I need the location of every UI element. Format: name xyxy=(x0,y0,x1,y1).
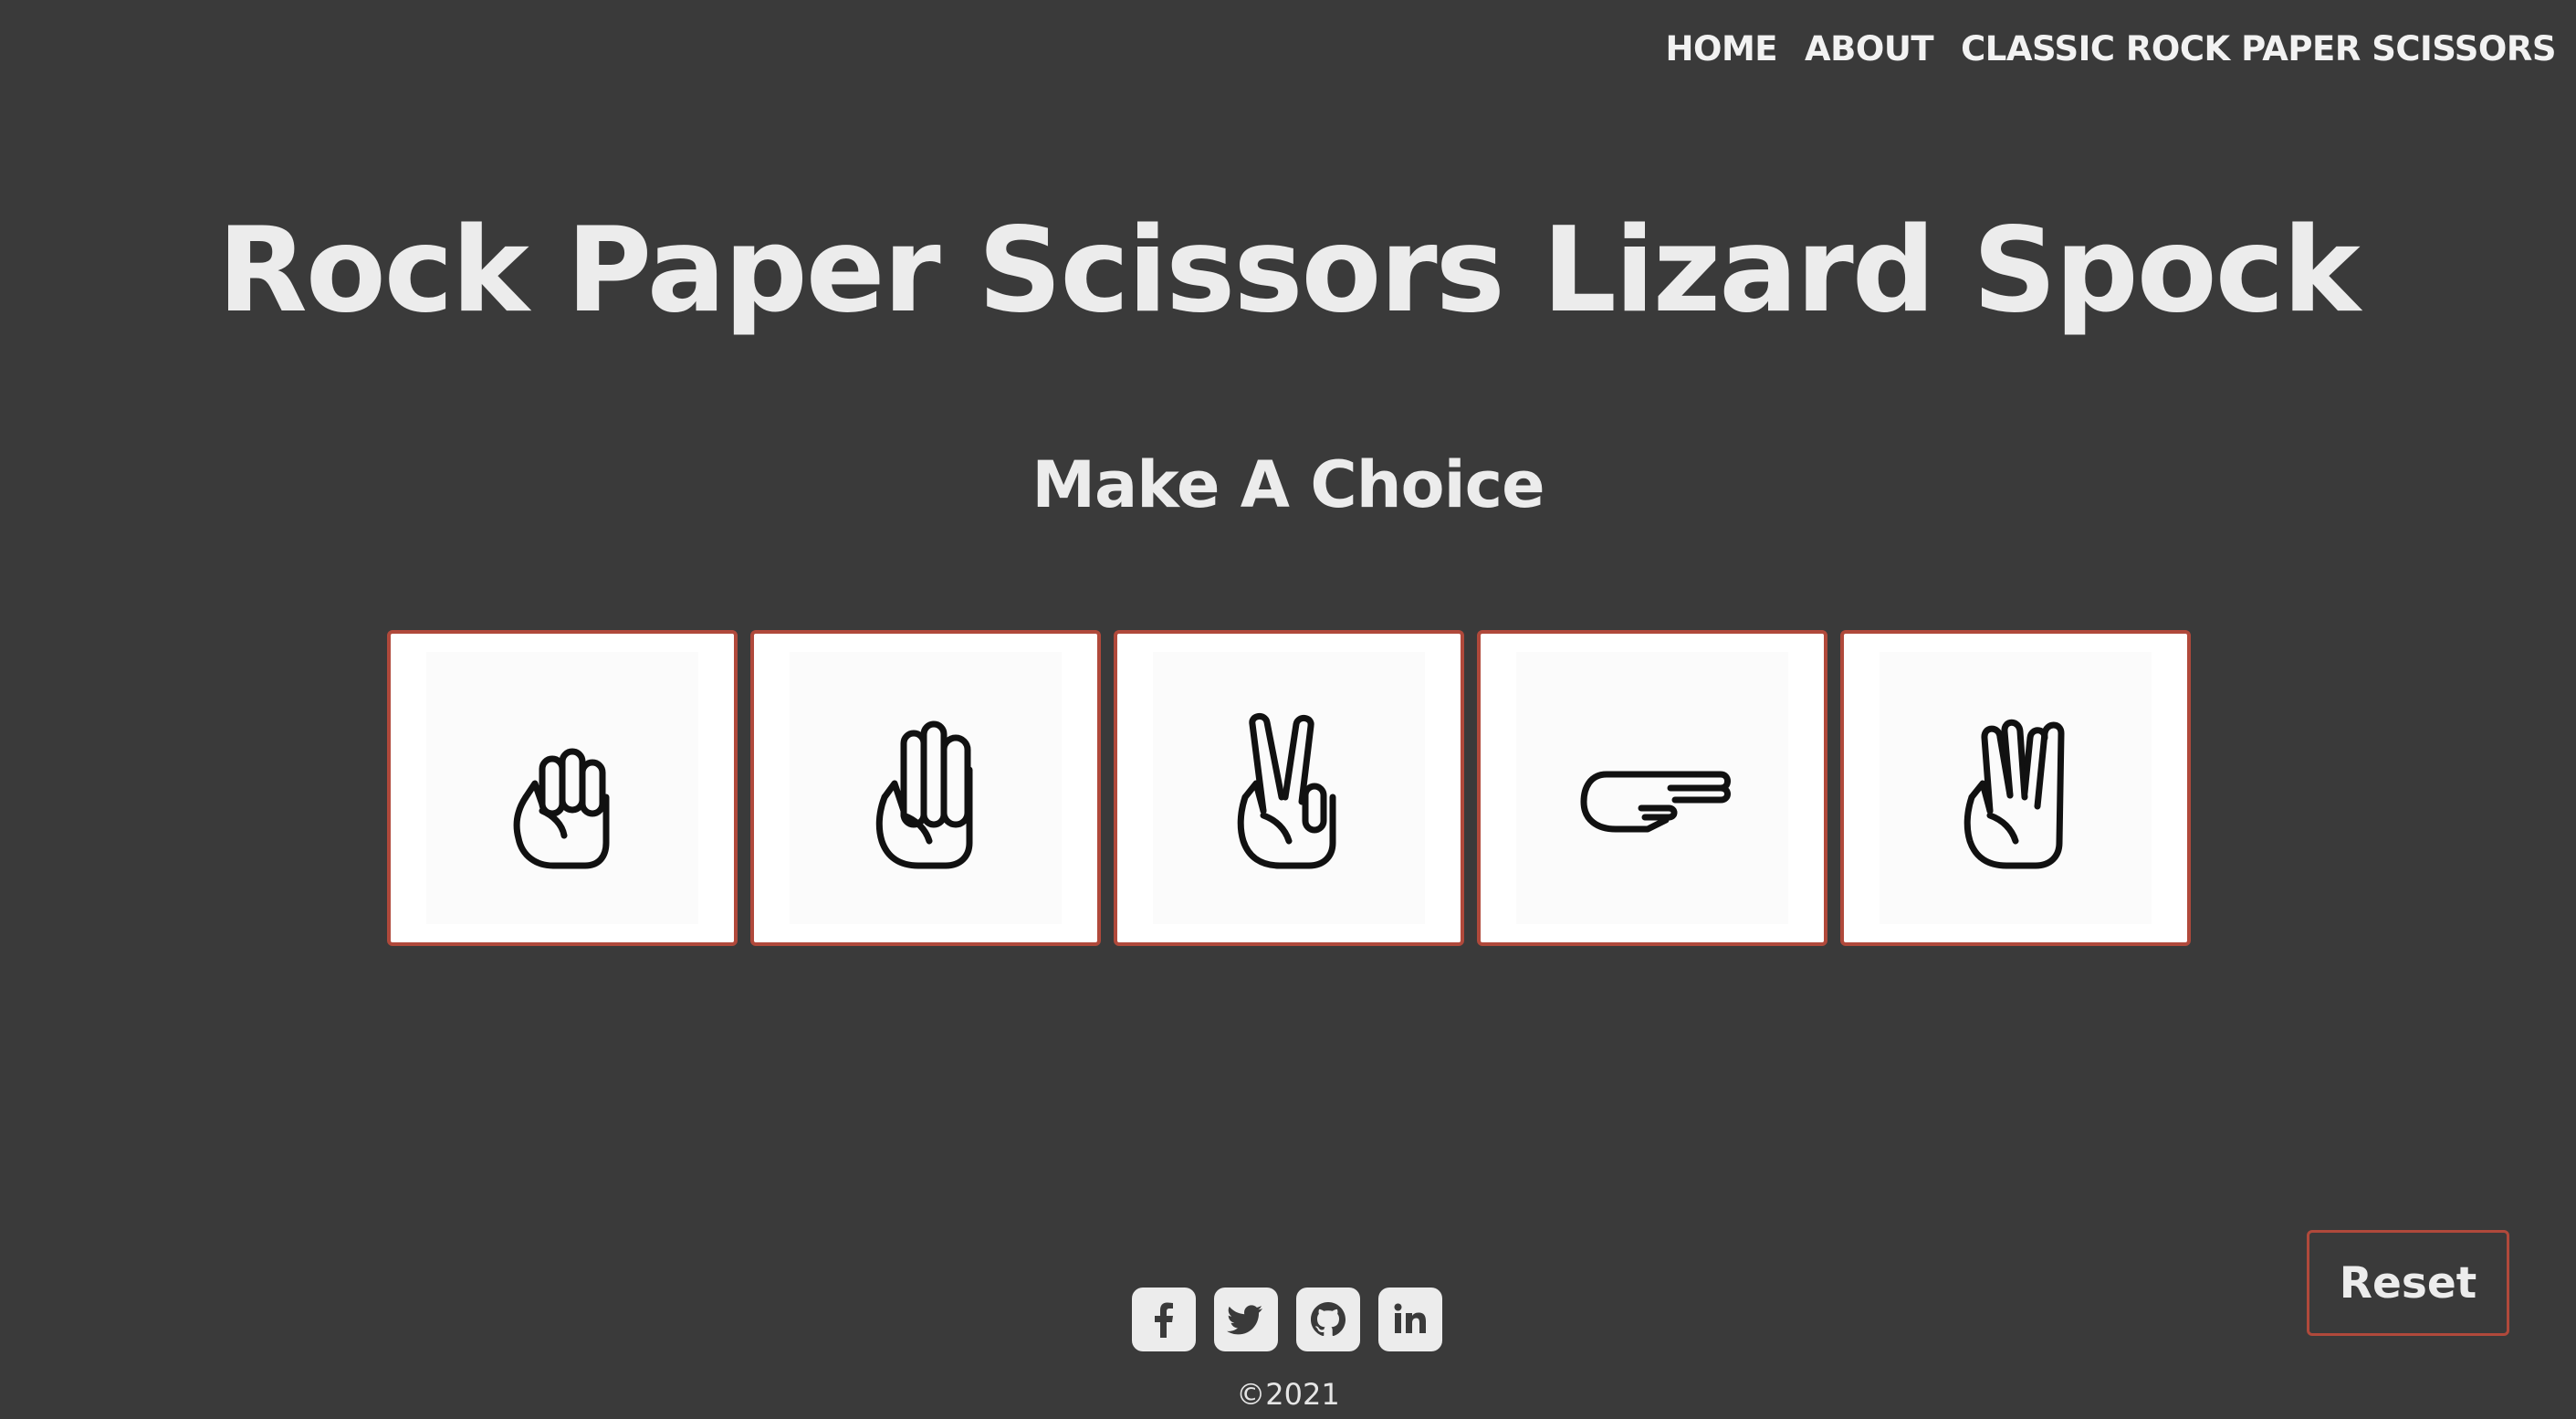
choice-cards xyxy=(387,630,2191,946)
paper-hand-icon xyxy=(875,720,973,869)
page-title: Rock Paper Scissors Lizard Spock xyxy=(217,203,2360,339)
top-nav: HOME ABOUT CLASSIC ROCK PAPER SCISSORS xyxy=(1666,29,2557,68)
linkedin-link[interactable] xyxy=(1378,1288,1442,1351)
facebook-link[interactable] xyxy=(1132,1288,1196,1351)
choice-lizard-button[interactable] xyxy=(1477,630,1827,946)
choice-lizard-inner xyxy=(1516,652,1788,924)
choice-paper-button[interactable] xyxy=(750,630,1101,946)
social-links xyxy=(1132,1288,1442,1351)
choice-prompt: Make A Choice xyxy=(1031,447,1545,522)
choice-spock-inner xyxy=(1880,652,2152,924)
nav-home-link[interactable]: HOME xyxy=(1666,29,1778,68)
reset-button[interactable]: Reset xyxy=(2307,1230,2509,1336)
nav-classic-rps-link[interactable]: CLASSIC ROCK PAPER SCISSORS xyxy=(1961,29,2556,68)
twitter-icon xyxy=(1227,1305,1262,1335)
rock-hand-icon xyxy=(513,748,610,869)
github-link[interactable] xyxy=(1296,1288,1360,1351)
lizard-hand-icon xyxy=(1580,771,1731,833)
choice-spock-button[interactable] xyxy=(1840,630,2191,946)
spock-hand-icon xyxy=(1963,719,2065,869)
github-icon xyxy=(1311,1302,1346,1337)
copyright-text: ©2021 xyxy=(1236,1377,1340,1412)
twitter-link[interactable] xyxy=(1214,1288,1278,1351)
choice-scissors-button[interactable] xyxy=(1114,630,1464,946)
facebook-icon xyxy=(1155,1302,1173,1338)
nav-about-link[interactable]: ABOUT xyxy=(1805,29,1934,68)
page: HOME ABOUT CLASSIC ROCK PAPER SCISSORS R… xyxy=(0,0,2576,1419)
scissors-hand-icon xyxy=(1237,713,1336,869)
choice-paper-inner xyxy=(790,652,1062,924)
linkedin-icon xyxy=(1394,1303,1426,1333)
choice-scissors-inner xyxy=(1153,652,1425,924)
choice-rock-inner xyxy=(426,652,698,924)
choice-rock-button[interactable] xyxy=(387,630,738,946)
